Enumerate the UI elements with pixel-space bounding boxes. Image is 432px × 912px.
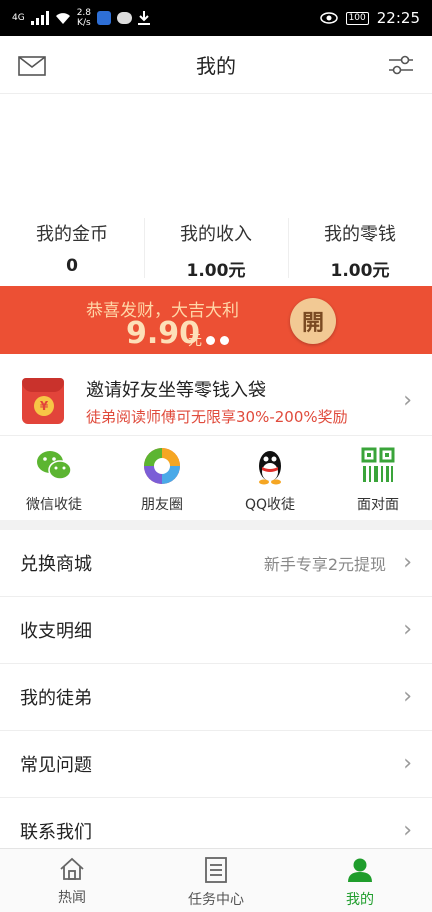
menu-label: 联系我们 <box>20 822 92 843</box>
menu-label: 收支明细 <box>20 621 92 642</box>
menu-label: 兑换商城 <box>20 554 92 575</box>
user-icon <box>348 858 372 882</box>
share-label: 朋友圈 <box>141 497 183 513</box>
settings-sliders-icon[interactable] <box>388 54 414 76</box>
share-qq[interactable]: QQ收徒 <box>216 436 324 520</box>
open-red-packet-button[interactable]: 開 <box>290 298 336 344</box>
battery-icon: 100 <box>345 11 369 25</box>
stat-value: 1.00元 <box>330 261 390 281</box>
top-bar: 我的 <box>0 36 432 94</box>
signal-icon <box>30 11 49 25</box>
stat-income[interactable]: 我的收入 1.00元 <box>144 210 288 286</box>
moments-icon <box>144 448 180 484</box>
stat-value: 1.00元 <box>186 261 246 281</box>
mail-icon[interactable] <box>18 56 46 76</box>
stat-gold[interactable]: 我的金币 0 <box>0 210 144 286</box>
status-bar: 4G 2.8 K/s 100 22:25 <box>0 0 432 36</box>
task-list-icon <box>205 857 227 883</box>
chevron-right-icon: › <box>403 388 412 413</box>
menu-list: 兑换商城 新手专享2元提现 › 收支明细 › 我的徒弟 › 常见问题 › 联系我… <box>0 530 432 865</box>
share-label: QQ收徒 <box>244 497 296 513</box>
menu-item-apprentices[interactable]: 我的徒弟 › <box>0 664 432 731</box>
menu-item-exchange-mall[interactable]: 兑换商城 新手专享2元提现 › <box>0 530 432 597</box>
stat-change[interactable]: 我的零钱 1.00元 <box>288 210 432 286</box>
share-face-to-face[interactable]: 面对面 <box>324 436 432 520</box>
share-label: 面对面 <box>357 497 399 513</box>
chevron-right-icon: › <box>403 617 412 642</box>
chevron-right-icon: › <box>403 818 412 843</box>
carousel-dot[interactable] <box>220 336 229 345</box>
invite-subtitle: 徒弟阅读师傅可无限享30%-200%奖励 <box>86 408 348 426</box>
qq-icon <box>259 451 281 485</box>
red-envelope-icon: ¥ <box>22 378 64 424</box>
chevron-right-icon: › <box>403 550 412 575</box>
red-packet-unit: 元 <box>188 333 202 349</box>
chevron-right-icon: › <box>403 684 412 709</box>
tab-label: 任务中心 <box>188 892 244 908</box>
share-moments[interactable]: 朋友圈 <box>108 436 216 520</box>
menu-item-faq[interactable]: 常见问题 › <box>0 731 432 798</box>
home-icon <box>60 857 84 880</box>
invite-title: 邀请好友坐等零钱入袋 <box>86 380 266 401</box>
chevron-right-icon: › <box>403 751 412 776</box>
profile-area[interactable] <box>0 95 432 205</box>
stat-value: 0 <box>66 256 78 276</box>
tab-label: 热闻 <box>58 890 86 906</box>
share-label: 微信收徒 <box>26 497 82 513</box>
tab-label: 我的 <box>346 892 374 908</box>
qrcode-icon <box>361 447 395 482</box>
stat-label: 我的金币 <box>36 224 108 245</box>
wechat-icon <box>37 451 72 480</box>
shield-app-icon <box>97 11 112 25</box>
menu-label: 我的徒弟 <box>20 688 92 709</box>
tab-hot-news[interactable]: 热闻 <box>0 849 144 912</box>
section-divider <box>0 520 432 530</box>
share-options: 微信收徒 朋友圈 QQ收徒 面对面 <box>0 436 432 520</box>
page-title: 我的 <box>196 54 236 78</box>
menu-label: 常见问题 <box>20 755 92 776</box>
stat-label: 我的收入 <box>180 224 252 245</box>
stats-row: 我的金币 0 我的收入 1.00元 我的零钱 1.00元 <box>0 210 432 286</box>
red-packet-banner[interactable]: 恭喜发财，大吉大利 9.90 元 <box>0 286 432 354</box>
eye-comfort-icon <box>319 12 338 24</box>
stat-label: 我的零钱 <box>324 224 396 245</box>
chat-bubble-icon <box>117 12 133 24</box>
share-wechat[interactable]: 微信收徒 <box>0 436 108 520</box>
tab-mine[interactable]: 我的 <box>288 849 432 912</box>
network-type: 4G <box>12 13 25 23</box>
network-speed: 2.8 K/s <box>76 8 92 28</box>
tab-task-center[interactable]: 任务中心 <box>144 849 288 912</box>
carousel-dot[interactable] <box>206 336 215 345</box>
menu-item-transactions[interactable]: 收支明细 › <box>0 597 432 664</box>
menu-hint: 新手专享2元提现 <box>263 555 386 574</box>
invite-banner[interactable]: ¥ 邀请好友坐等零钱入袋 徒弟阅读师傅可无限享30%-200%奖励 › <box>0 366 432 436</box>
wifi-icon <box>55 12 70 24</box>
status-time: 22:25 <box>376 9 420 27</box>
bottom-tab-bar: 热闻 任务中心 我的 <box>0 848 432 912</box>
download-icon <box>138 11 151 25</box>
